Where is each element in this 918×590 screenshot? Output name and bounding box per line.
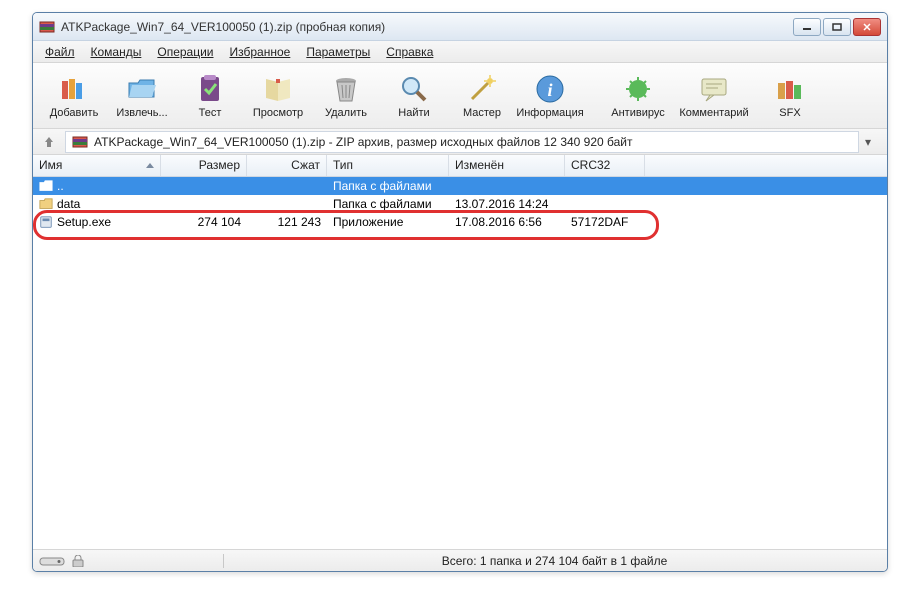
view-label: Просмотр (253, 107, 303, 119)
app-icon (39, 19, 55, 35)
file-list: Имя Размер Сжат Тип Изменён CRC32 .. Папк… (33, 155, 887, 549)
close-icon (862, 23, 872, 31)
list-row[interactable]: Setup.exe274 104121 243Приложение17.08.2… (33, 213, 887, 231)
add-button[interactable]: Добавить (41, 67, 107, 125)
arrow-up-icon (42, 135, 56, 149)
address-text: ATKPackage_Win7_64_VER100050 (1).zip - Z… (94, 135, 633, 149)
comment-button[interactable]: Комментарий (673, 67, 755, 125)
menu-favorites[interactable]: Избранное (224, 43, 297, 61)
magnifier-icon (398, 73, 430, 105)
minimize-icon (802, 23, 812, 31)
find-label: Найти (398, 107, 429, 119)
cell-type: Приложение (327, 215, 449, 229)
menu-commands[interactable]: Команды (85, 43, 148, 61)
list-row[interactable]: .. Папка с файлами (33, 177, 887, 195)
cell-name: Setup.exe (33, 215, 161, 229)
trash-icon (330, 73, 362, 105)
status-summary: Всего: 1 папка и 274 104 байт в 1 файле (228, 554, 881, 568)
virus-icon (622, 73, 654, 105)
comment-label: Комментарий (679, 107, 748, 119)
window-title: ATKPackage_Win7_64_VER100050 (1).zip (пр… (61, 20, 793, 34)
test-button[interactable]: Тест (177, 67, 243, 125)
winrar-window: ATKPackage_Win7_64_VER100050 (1).zip (пр… (32, 12, 888, 572)
wand-icon (466, 73, 498, 105)
info-icon: i (534, 73, 566, 105)
col-packed[interactable]: Сжат (247, 155, 327, 176)
sfx-books-icon (774, 73, 806, 105)
extract-label: Извлечь... (116, 107, 167, 119)
close-button[interactable] (853, 18, 881, 36)
cell-packed: 121 243 (247, 215, 327, 229)
sfx-button[interactable]: SFX (757, 67, 823, 125)
nav-up-button[interactable] (39, 132, 59, 152)
sfx-label: SFX (779, 107, 800, 119)
menubar: Файл Команды Операции Избранное Параметр… (33, 41, 887, 63)
find-button[interactable]: Найти (381, 67, 447, 125)
cell-type: Папка с файлами (327, 179, 449, 193)
minimize-button[interactable] (793, 18, 821, 36)
list-row[interactable]: data Папка с файлами13.07.2016 14:24 (33, 195, 887, 213)
view-button[interactable]: Просмотр (245, 67, 311, 125)
menu-operations[interactable]: Операции (151, 43, 219, 61)
delete-button[interactable]: Удалить (313, 67, 379, 125)
test-label: Тест (199, 107, 222, 119)
svg-text:i: i (547, 80, 552, 100)
cell-modified: 17.08.2016 6:56 (449, 215, 565, 229)
col-crc[interactable]: CRC32 (565, 155, 645, 176)
antivirus-label: Антивирус (611, 107, 664, 119)
cell-modified: 13.07.2016 14:24 (449, 197, 565, 211)
toolbar: Добавить Извлечь... Тест Просмотр Удалит… (33, 63, 887, 129)
status-left (39, 555, 219, 567)
cell-size: 274 104 (161, 215, 247, 229)
window-controls (793, 18, 881, 36)
address-dropdown[interactable]: ▾ (865, 135, 881, 149)
antivirus-button[interactable]: Антивирус (605, 67, 671, 125)
drive-icon (39, 555, 65, 567)
menu-options[interactable]: Параметры (300, 43, 376, 61)
cell-name: data (33, 197, 161, 211)
statusbar: Всего: 1 папка и 274 104 байт в 1 файле (33, 549, 887, 571)
list-body: .. Папка с файлами data Папка с файлами13.0… (33, 177, 887, 231)
comment-icon (698, 73, 730, 105)
wizard-button[interactable]: Мастер (449, 67, 515, 125)
info-label: Информация (516, 107, 583, 119)
col-name[interactable]: Имя (33, 155, 161, 176)
status-separator (223, 554, 224, 568)
col-size[interactable]: Размер (161, 155, 247, 176)
menu-help[interactable]: Справка (380, 43, 439, 61)
addressbar: ATKPackage_Win7_64_VER100050 (1).zip - Z… (33, 129, 887, 155)
maximize-button[interactable] (823, 18, 851, 36)
cell-name: .. (33, 179, 161, 193)
archive-icon (72, 134, 88, 150)
maximize-icon (832, 23, 842, 31)
cell-type: Папка с файлами (327, 197, 449, 211)
info-button[interactable]: i Информация (517, 67, 583, 125)
address-box[interactable]: ATKPackage_Win7_64_VER100050 (1).zip - Z… (65, 131, 859, 153)
add-label: Добавить (50, 107, 99, 119)
book-open-icon (262, 73, 294, 105)
col-modified[interactable]: Изменён (449, 155, 565, 176)
titlebar: ATKPackage_Win7_64_VER100050 (1).zip (пр… (33, 13, 887, 41)
folder-open-icon (126, 73, 158, 105)
lock-icon (71, 555, 85, 567)
clipboard-check-icon (194, 73, 226, 105)
cell-crc: 57172DAF (565, 215, 645, 229)
delete-label: Удалить (325, 107, 367, 119)
wizard-label: Мастер (463, 107, 501, 119)
books-stack-icon (58, 73, 90, 105)
column-headers: Имя Размер Сжат Тип Изменён CRC32 (33, 155, 887, 177)
col-type[interactable]: Тип (327, 155, 449, 176)
extract-button[interactable]: Извлечь... (109, 67, 175, 125)
menu-file[interactable]: Файл (39, 43, 81, 61)
